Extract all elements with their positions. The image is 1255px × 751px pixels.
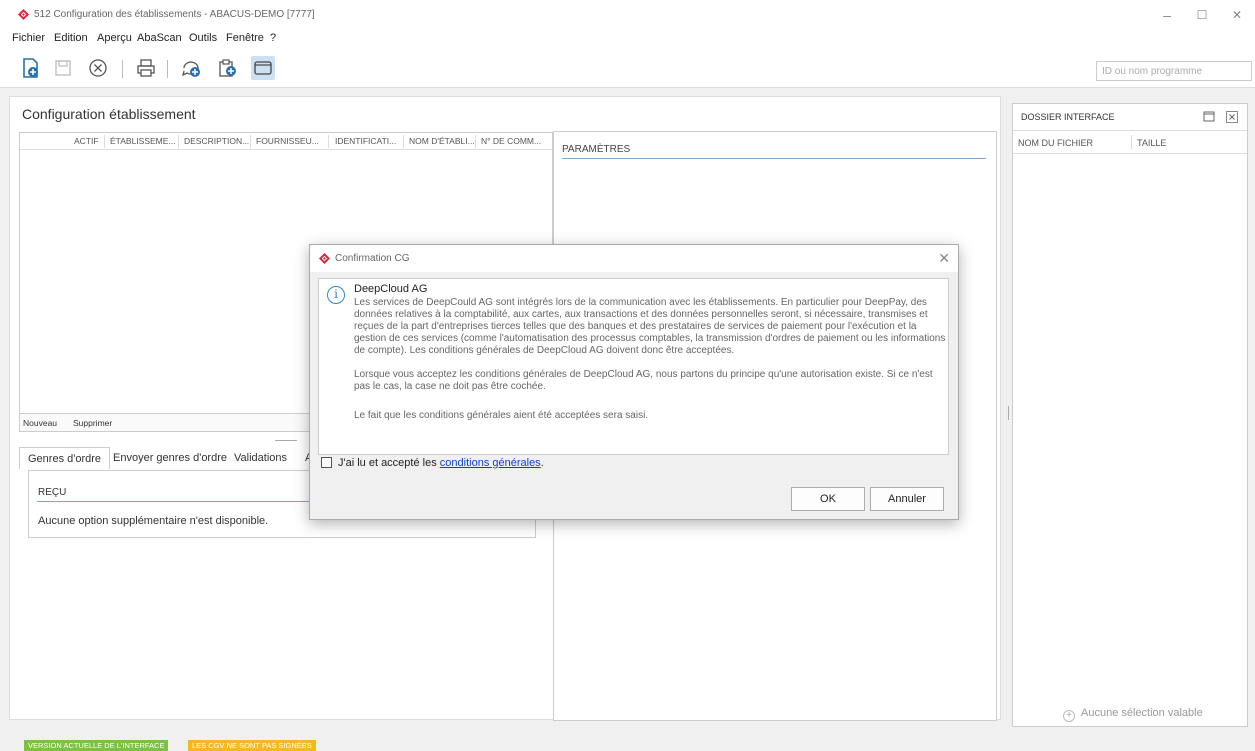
print-icon[interactable] xyxy=(134,56,158,80)
cgv-status-badge: LES CGV NE SONT PAS SIGNÉES xyxy=(188,740,316,751)
column-header-numero-commande[interactable]: N° DE COMM... xyxy=(481,136,541,146)
menu-fichier[interactable]: Fichier xyxy=(12,32,45,44)
empty-state: + Aucune sélection valable xyxy=(1063,707,1203,722)
column-header-actif[interactable]: ACTIF xyxy=(74,136,99,146)
column-header-description[interactable]: DESCRIPTION... xyxy=(184,136,249,146)
dialog-message: i DeepCloud AG Les services de DeepCould… xyxy=(318,278,949,455)
dossier-title: DOSSIER INTERFACE xyxy=(1021,112,1115,122)
close-panel-icon[interactable] xyxy=(1226,111,1238,123)
dossier-columns: NOM DU FICHIER TAILLE xyxy=(1013,130,1247,154)
cancel-icon[interactable] xyxy=(86,56,110,80)
accept-label: J'ai lu et accepté les xyxy=(338,457,440,469)
minimize-button[interactable]: – xyxy=(1152,4,1182,26)
new-button[interactable]: Nouveau xyxy=(23,418,57,428)
parameters-label: PARAMÈTRES xyxy=(562,144,631,155)
menu-edition[interactable]: Edition xyxy=(54,32,88,44)
add-comment-icon[interactable] xyxy=(179,56,203,80)
save-icon[interactable] xyxy=(51,56,75,80)
tab-validations[interactable]: Validations xyxy=(226,447,295,469)
interface-version-badge: VERSION ACTUELLE DE L'INTERFACE xyxy=(24,740,169,751)
window-icon[interactable] xyxy=(251,56,275,80)
dialog-title: Confirmation CG xyxy=(335,253,410,264)
confirmation-dialog: Confirmation CG ✕ i DeepCloud AG Les ser… xyxy=(309,244,959,520)
add-circle-icon: + xyxy=(1063,710,1075,722)
tab-genres-ordre[interactable]: Genres d'ordre xyxy=(19,447,111,469)
toolbar xyxy=(0,48,1255,88)
column-header-taille[interactable]: TAILLE xyxy=(1137,138,1166,148)
menu-help[interactable]: ? xyxy=(270,32,276,44)
dialog-title-bar: Confirmation CG ✕ xyxy=(310,245,958,272)
page-title: Configuration établissement xyxy=(22,106,196,122)
toolbar-separator xyxy=(167,60,168,78)
menu-outils[interactable]: Outils xyxy=(189,32,217,44)
window-icon[interactable] xyxy=(1203,111,1215,123)
dossier-header: DOSSIER INTERFACE xyxy=(1013,104,1247,129)
accept-checkbox-row: J'ai lu et accepté les conditions généra… xyxy=(321,457,544,469)
abacus-logo-icon xyxy=(319,253,330,264)
accept-checkbox[interactable] xyxy=(321,457,332,468)
menu-bar: Fichier Edition Aperçu AbaScan Outils Fe… xyxy=(0,30,1255,48)
dialog-close-button[interactable]: ✕ xyxy=(938,250,950,267)
cancel-button[interactable]: Annuler xyxy=(870,487,944,511)
menu-apercu[interactable]: Aperçu xyxy=(97,32,132,44)
menu-abascan[interactable]: AbaScan xyxy=(137,32,182,44)
dialog-paragraph-3: Le fait que les conditions générales aie… xyxy=(354,410,649,421)
grid-header: ACTIF ÉTABLISSEME... DESCRIPTION... FOUR… xyxy=(20,133,552,150)
ok-button[interactable]: OK xyxy=(791,487,865,511)
abacus-logo-icon xyxy=(18,9,29,20)
terms-link[interactable]: conditions générales xyxy=(440,457,541,469)
title-bar: 512 Configuration des établissements - A… xyxy=(0,0,1255,30)
window-title: 512 Configuration des établissements - A… xyxy=(34,9,315,20)
divider xyxy=(562,158,986,159)
maximize-button[interactable]: ☐ xyxy=(1187,4,1217,26)
column-header-identification[interactable]: IDENTIFICATI... xyxy=(335,136,396,146)
menu-fenetre[interactable]: Fenêtre xyxy=(226,32,264,44)
no-option-message: Aucune option supplémentaire n'est dispo… xyxy=(38,515,269,527)
accept-label-suffix: . xyxy=(540,457,544,469)
recu-label: REÇU xyxy=(38,487,67,498)
delete-button[interactable]: Supprimer xyxy=(73,418,112,428)
splitter-handle[interactable] xyxy=(275,440,297,441)
toolbar-separator xyxy=(122,60,123,78)
info-icon: i xyxy=(327,286,345,304)
dialog-paragraph-2: Lorsque vous acceptez les conditions gén… xyxy=(354,369,933,392)
dialog-paragraph-1: Les services de DeepCould AG sont intégr… xyxy=(354,297,946,356)
dialog-heading: DeepCloud AG xyxy=(354,283,428,295)
column-header-fournisseur[interactable]: FOURNISSEU... xyxy=(256,136,319,146)
column-header-nom-etablissement[interactable]: NOM D'ÉTABLI... xyxy=(409,136,475,146)
empty-state-text: Aucune sélection valable xyxy=(1081,707,1203,719)
dossier-interface-panel: DOSSIER INTERFACE NOM DU FICHIER TAILLE … xyxy=(1012,103,1248,727)
column-header-etablissement[interactable]: ÉTABLISSEME... xyxy=(110,136,176,146)
tab-envoyer-genres-ordre[interactable]: Envoyer genres d'ordre xyxy=(105,447,235,469)
panel-resize-handle[interactable] xyxy=(1008,406,1009,420)
program-search-input[interactable] xyxy=(1096,61,1252,81)
column-header-nom-fichier[interactable]: NOM DU FICHIER xyxy=(1018,138,1093,148)
status-bar: VERSION ACTUELLE DE L'INTERFACE LES CGV … xyxy=(0,735,1255,751)
clipboard-add-icon[interactable] xyxy=(215,56,239,80)
new-document-icon[interactable] xyxy=(19,56,43,80)
close-button[interactable]: ✕ xyxy=(1222,4,1252,26)
